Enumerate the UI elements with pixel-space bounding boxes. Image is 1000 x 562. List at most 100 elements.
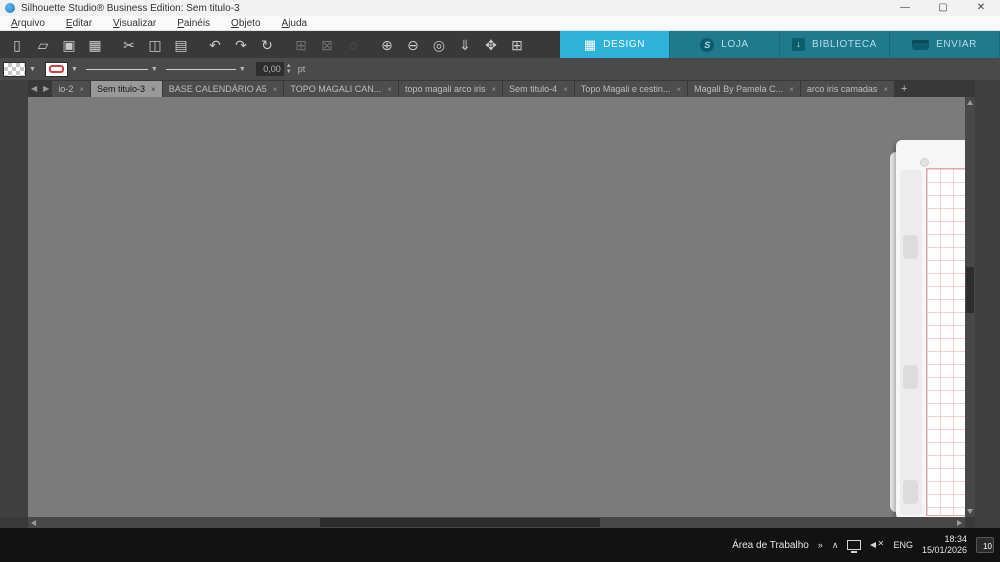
restore-button[interactable]: ▢ [924,0,962,16]
save-icon[interactable]: ▣ [56,34,82,56]
keyboard-language[interactable]: ENG [893,540,913,550]
tab-close-icon[interactable]: × [789,85,794,94]
scroll-right-icon[interactable] [957,520,962,526]
doc-tab-label: TOPO MAGALI CAN... [290,84,381,94]
doc-tab-label: BASE CALENDÁRIO A5 [169,84,267,94]
line-style-dropdown[interactable] [86,62,148,77]
group-icon[interactable]: ⊞ [288,34,314,56]
paste-icon[interactable]: ▤ [168,34,194,56]
tab-nav-next-icon[interactable]: ▶ [40,81,52,97]
refresh-icon[interactable]: ↻ [254,34,280,56]
scroll-down-icon[interactable] [967,509,973,514]
tab-close-icon[interactable]: × [79,85,84,94]
menu-objeto[interactable]: Objeto [231,18,260,29]
menu-ajuda[interactable]: Ajuda [282,18,308,29]
doc-tab[interactable]: Sem titulo-4× [503,81,574,97]
mat-marker [903,235,918,259]
tab-close-icon[interactable]: × [151,85,156,94]
mat-marker [903,365,918,389]
fill-swatch[interactable] [3,62,26,77]
new-document-icon[interactable]: ▯ [4,34,30,56]
volume-muted-icon[interactable] [870,539,884,551]
deselect-icon[interactable]: ⊠ [314,34,340,56]
drag-zoom-icon[interactable]: ⇓ [452,34,478,56]
scroll-left-icon[interactable] [31,520,36,526]
menu-bar: Arquivo Editar Visualizar Painéis Objeto Ajud… [0,16,1000,31]
zoom-selection-icon[interactable]: ◎ [426,34,452,56]
window-title: Silhouette Studio® Business Edition: Sem… [21,3,240,14]
menu-arquivo[interactable]: Arquivo [11,18,45,29]
minimize-button[interactable]: — [886,0,924,16]
tab-label: BIBLIOTECA [812,39,877,50]
tab-close-icon[interactable]: × [387,85,392,94]
tab-biblioteca[interactable]: ↓BIBLIOTECA [780,31,890,58]
doc-tab[interactable]: Sem titulo-3× [91,81,162,97]
notification-center-badge[interactable]: 10 [976,537,994,553]
fill-dropdown-arrow-icon[interactable]: ▼ [29,66,36,73]
horizontal-scroll-thumb[interactable] [320,518,600,527]
left-tool-rail [0,80,28,517]
vertical-scrollbar[interactable] [965,97,975,517]
menu-editar[interactable]: Editar [66,18,92,29]
lasso-select-icon[interactable]: ◌ [340,34,366,56]
doc-tab-label: Topo Magali e cestin... [581,84,671,94]
network-icon[interactable] [847,540,861,550]
tab-close-icon[interactable]: × [273,85,278,94]
tab-close-icon[interactable]: × [492,85,497,94]
tab-close-icon[interactable]: × [676,85,681,94]
rainbow-artwork-layer [28,97,328,247]
doc-tab[interactable]: arco iris camadas × [801,81,894,97]
pan-icon[interactable]: ✥ [478,34,504,56]
design-canvas[interactable] [28,97,965,517]
redo-icon[interactable]: ↷ [228,34,254,56]
doc-tab[interactable]: Topo Magali e cestin... × [575,81,687,97]
line-weight-dropdown-arrow-icon[interactable]: ▼ [239,66,246,73]
hidden-icons-chevron-icon[interactable]: ∧ [832,540,839,551]
clock-time: 18:34 [944,534,967,544]
enviar-icon [912,40,929,50]
line-style-dropdown-arrow-icon[interactable]: ▼ [151,66,158,73]
menu-visualizar[interactable]: Visualizar [113,18,156,29]
print-icon[interactable]: ▦ [82,34,108,56]
window-controls: —▢✕ [886,0,1000,16]
doc-tab[interactable]: TOPO MAGALI CAN... × [284,81,398,97]
new-tab-button[interactable]: + [895,81,913,97]
title-bar: Silhouette Studio® Business Edition: Sem… [0,0,1000,16]
zoom-out-icon[interactable]: ⊖ [400,34,426,56]
doc-tab[interactable]: Magali By Pamela C...× [688,81,800,97]
toolbar-chevron-icon[interactable]: » [818,540,823,550]
doc-tab-label: arco iris camadas [807,84,878,94]
tab-loja[interactable]: SLOJA [670,31,780,58]
clock[interactable]: 18:34 15/01/2026 [922,534,967,556]
tab-close-icon[interactable]: × [563,85,568,94]
close-button[interactable]: ✕ [962,0,1000,16]
scroll-up-icon[interactable] [967,100,973,105]
tab-label: DESIGN [603,39,645,50]
line-color-swatch[interactable] [45,62,68,77]
stroke-width-input[interactable]: 0,00 [256,62,284,76]
copy-icon[interactable]: ◫ [142,34,168,56]
desktop-toolbar-label[interactable]: Área de Trabalho [732,540,809,551]
stroke-width-unit: pt [298,64,306,74]
fit-to-page-icon[interactable]: ⊞ [504,34,530,56]
taskbar: Área de Trabalho » ∧ ENG 18:34 15/01/202… [0,528,1000,562]
menu-paineis[interactable]: Painéis [177,18,210,29]
tab-nav-prev-icon[interactable]: ◀ [28,81,40,97]
doc-tab[interactable]: topo magali arco iris× [399,81,502,97]
tab-close-icon[interactable]: × [883,85,888,94]
line-weight-dropdown[interactable] [166,62,236,77]
line-color-dropdown-arrow-icon[interactable]: ▼ [71,66,78,73]
doc-tab[interactable]: io-2× [52,81,90,97]
undo-icon[interactable]: ↶ [202,34,228,56]
open-icon[interactable]: ▱ [30,34,56,56]
vertical-scroll-thumb[interactable] [966,267,974,313]
tab-design[interactable]: ▦DESIGN [560,31,670,58]
stroke-width-stepper[interactable]: ▲▼ [286,63,292,75]
zoom-in-icon[interactable]: ⊕ [374,34,400,56]
silhouette-app-icon [5,3,15,13]
doc-tab[interactable]: BASE CALENDÁRIO A5 × [163,81,284,97]
tab-enviar[interactable]: ENVIAR [890,31,1000,58]
mat-registration-dot [920,158,929,167]
cut-icon[interactable]: ✂ [116,34,142,56]
horizontal-scrollbar[interactable] [28,517,965,528]
